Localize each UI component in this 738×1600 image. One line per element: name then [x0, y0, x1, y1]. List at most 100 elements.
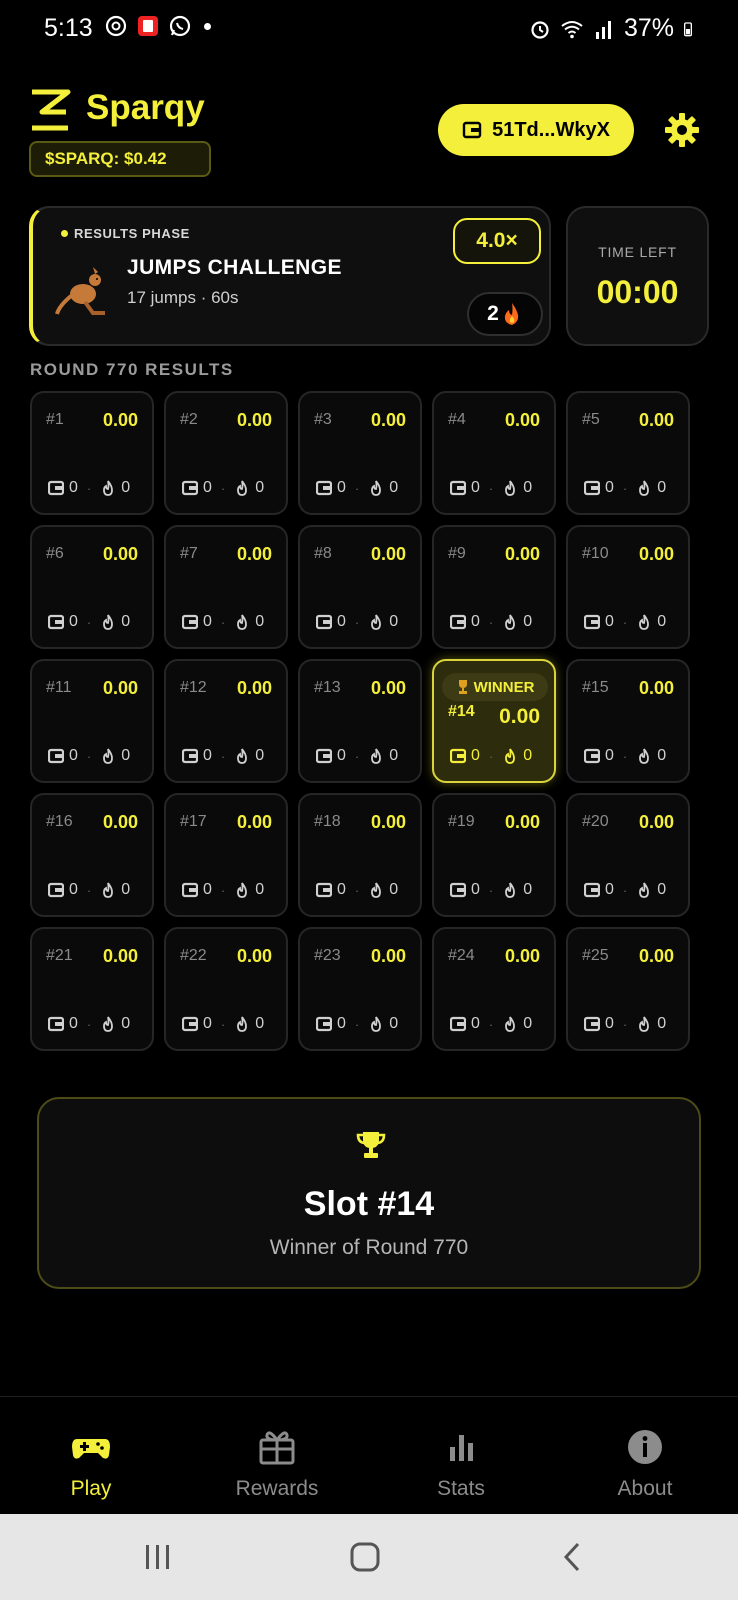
- slot-card[interactable]: #8 0.00 0 · 0: [298, 525, 422, 649]
- slot-card[interactable]: #9 0.00 0 · 0: [432, 525, 556, 649]
- separator-dot: ·: [220, 480, 226, 496]
- fire-icon: [371, 748, 382, 764]
- slot-stats: 0 · 0: [48, 613, 130, 631]
- fire-icon: [639, 748, 650, 764]
- slot-wallet-count: 0: [337, 881, 346, 898]
- wallet-icon: [48, 614, 64, 630]
- nav-play[interactable]: Play: [16, 1427, 166, 1501]
- status-time: 5:13: [44, 14, 93, 42]
- slot-card[interactable]: #5 0.00 0 · 0: [566, 391, 690, 515]
- slot-card[interactable]: #15 0.00 0 · 0: [566, 659, 690, 783]
- slot-card[interactable]: #3 0.00 0 · 0: [298, 391, 422, 515]
- fire-icon: [505, 882, 516, 898]
- slot-card[interactable]: #25 0.00 0 · 0: [566, 927, 690, 1051]
- info-icon: [628, 1430, 662, 1464]
- home-icon[interactable]: [348, 1540, 382, 1574]
- token-price-badge: $SPARQ: $0.42: [29, 141, 211, 177]
- nav-rewards[interactable]: Rewards: [202, 1427, 352, 1501]
- slot-wallet-count: 0: [203, 479, 212, 496]
- bottom-navigation: Play Rewards Stats About: [0, 1396, 738, 1514]
- slot-stats: 0 · 0: [450, 479, 532, 497]
- gamepad-icon: [72, 1439, 110, 1459]
- slot-burn-count: 0: [389, 747, 399, 764]
- nav-stats[interactable]: Stats: [386, 1427, 536, 1501]
- slot-number: #22: [180, 947, 207, 964]
- slot-card[interactable]: #6 0.00 0 · 0: [30, 525, 154, 649]
- slot-wallet-count: 0: [605, 613, 614, 630]
- slot-burn-count: 0: [121, 747, 131, 764]
- winner-card: Slot #14 Winner of Round 770: [37, 1097, 701, 1289]
- slot-value: 0.00: [102, 410, 138, 430]
- slot-number: #19: [448, 813, 475, 830]
- slot-value: 0.00: [504, 544, 540, 564]
- fire-icon: [371, 1016, 382, 1032]
- separator-dot: ·: [488, 614, 494, 630]
- wallet-icon: [48, 480, 64, 496]
- slot-card[interactable]: #22 0.00 0 · 0: [164, 927, 288, 1051]
- slot-value: 0.00: [638, 678, 674, 698]
- recent-apps-icon[interactable]: [141, 1540, 175, 1574]
- wallet-icon: [48, 1016, 64, 1032]
- battery-icon: [684, 21, 692, 36]
- streak-badge: 2: [467, 292, 543, 336]
- trophy-icon: [458, 680, 467, 694]
- slot-burn-count: 0: [389, 613, 399, 630]
- separator-dot: ·: [488, 748, 494, 764]
- slot-wallet-count: 0: [605, 881, 614, 898]
- slot-card[interactable]: #11 0.00 0 · 0: [30, 659, 154, 783]
- brand-name: Sparqy: [86, 88, 205, 127]
- slot-card[interactable]: #20 0.00 0 · 0: [566, 793, 690, 917]
- slot-wallet-count: 0: [69, 613, 78, 630]
- slot-card[interactable]: #21 0.00 0 · 0: [30, 927, 154, 1051]
- kangaroo-icon: [55, 267, 105, 315]
- wallet-address: 51Td...WkyX: [492, 118, 610, 141]
- separator-dot: ·: [220, 614, 226, 630]
- slot-card-winner[interactable]: WINNER #14 0.00 0 · 0: [432, 659, 556, 783]
- nav-stats-label: Stats: [437, 1477, 485, 1500]
- separator-dot: ·: [488, 1016, 494, 1032]
- back-icon[interactable]: [556, 1540, 590, 1574]
- slot-burn-count: 0: [657, 881, 667, 898]
- slot-wallet-count: 0: [69, 1015, 78, 1032]
- challenge-subtitle: 17 jumps · 60s: [127, 288, 239, 307]
- wallet-button[interactable]: 51Td...WkyX: [438, 104, 634, 156]
- results-grid: #1 0.00 0 · 0 #2 0.00 0 · 0 #3 0.00 0 · 0 #4 0.00 0 · 0 #5 0.…: [30, 391, 693, 1051]
- slot-number: #20: [582, 813, 609, 830]
- challenge-card: RESULTS PHASE JUMPS CHALLENGE 17 jumps ·…: [29, 206, 551, 346]
- wallet-icon: [584, 614, 600, 630]
- slot-card[interactable]: #17 0.00 0 · 0: [164, 793, 288, 917]
- nav-about[interactable]: About: [570, 1427, 720, 1501]
- fire-icon: [237, 614, 248, 630]
- slot-number: #4: [448, 411, 466, 428]
- slot-card[interactable]: #10 0.00 0 · 0: [566, 525, 690, 649]
- slot-card[interactable]: #19 0.00 0 · 0: [432, 793, 556, 917]
- slot-stats: 0 · 0: [450, 747, 532, 765]
- slot-burn-count: 0: [657, 479, 667, 496]
- separator-dot: ·: [220, 882, 226, 898]
- slot-value: 0.00: [236, 544, 272, 564]
- slot-card[interactable]: #1 0.00 0 · 0: [30, 391, 154, 515]
- slot-card[interactable]: #13 0.00 0 · 0: [298, 659, 422, 783]
- slot-card[interactable]: #24 0.00 0 · 0: [432, 927, 556, 1051]
- separator-dot: ·: [354, 480, 360, 496]
- slot-wallet-count: 0: [69, 479, 78, 496]
- wallet-icon: [450, 480, 466, 496]
- fire-icon: [639, 480, 650, 496]
- wallet-icon: [182, 614, 198, 630]
- slot-burn-count: 0: [255, 613, 265, 630]
- wallet-icon: [316, 480, 332, 496]
- slot-card[interactable]: #23 0.00 0 · 0: [298, 927, 422, 1051]
- slot-card[interactable]: #2 0.00 0 · 0: [164, 391, 288, 515]
- slot-value: 0.00: [236, 410, 272, 430]
- slot-number: #7: [180, 545, 198, 562]
- gift-icon: [259, 1431, 295, 1465]
- slot-card[interactable]: #4 0.00 0 · 0: [432, 391, 556, 515]
- slot-card[interactable]: #12 0.00 0 · 0: [164, 659, 288, 783]
- slot-wallet-count: 0: [471, 479, 480, 496]
- slot-card[interactable]: #16 0.00 0 · 0: [30, 793, 154, 917]
- fire-icon: [103, 614, 114, 630]
- slot-stats: 0 · 0: [182, 479, 264, 497]
- slot-card[interactable]: #7 0.00 0 · 0: [164, 525, 288, 649]
- settings-gear-icon[interactable]: [664, 112, 700, 148]
- slot-card[interactable]: #18 0.00 0 · 0: [298, 793, 422, 917]
